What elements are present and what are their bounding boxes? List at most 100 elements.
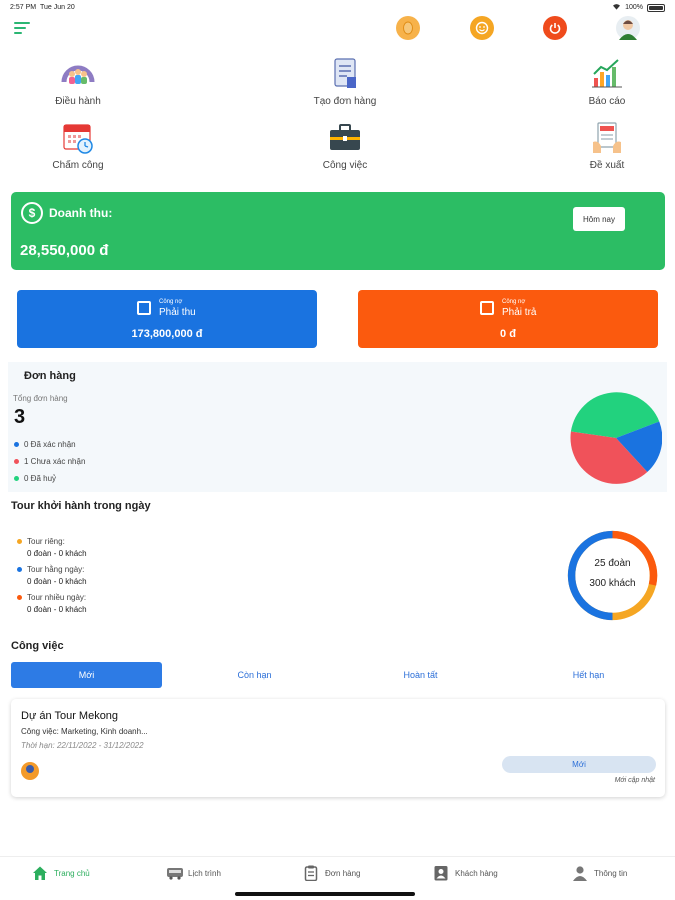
debt-small-label: Công nợ — [502, 299, 525, 305]
team-icon — [60, 56, 96, 92]
nav-label: Thông tin — [594, 869, 627, 878]
tour-dot — [17, 595, 22, 600]
revenue-card: $ Doanh thu: 28,550,000 đ Hôm nay — [11, 192, 665, 270]
calendar-clock-icon — [60, 120, 96, 156]
task-updated: Mới cập nhật — [615, 777, 655, 784]
quick-menu-cham-cong[interactable]: Chấm công — [18, 120, 138, 171]
briefcase-icon — [327, 120, 363, 156]
tour-dot — [17, 539, 22, 544]
power-icon[interactable] — [543, 16, 567, 40]
menu-icon[interactable] — [14, 22, 30, 34]
customer-card-icon — [433, 865, 449, 881]
nav-schedule[interactable]: Lịch trình — [166, 865, 221, 881]
tour-value: 0 đoàn - 0 khách — [27, 577, 87, 586]
quick-menu: Điều hành Tạo đơn hàng Báo cáo — [0, 56, 675, 180]
orders-panel: Đơn hàng Tổng đơn hàng 3 0 Đã xác nhận 1… — [8, 362, 667, 492]
quick-menu-cong-viec[interactable]: Công việc — [285, 120, 405, 171]
debt-value: 0 đ — [358, 328, 658, 340]
report-chart-icon — [589, 56, 625, 92]
quick-menu-tao-don-hang[interactable]: Tạo đơn hàng — [285, 56, 405, 107]
tab-expired[interactable]: Hết hạn — [513, 662, 664, 688]
quick-menu-dieu-hanh[interactable]: Điều hành — [18, 56, 138, 107]
nav-profile[interactable]: Thông tin — [572, 865, 627, 881]
orders-total-label: Tổng đơn hàng — [13, 394, 68, 403]
gift-icon — [137, 301, 151, 315]
home-indicator — [235, 892, 415, 896]
task-status-badge: Mới — [502, 756, 656, 773]
task-card[interactable]: Dự án Tour Mekong Công việc: Marketing, … — [11, 699, 665, 797]
legend-label: 0 Đã xác nhận — [24, 440, 76, 449]
bus-icon — [166, 865, 182, 881]
gift-icon — [480, 301, 494, 315]
tour-label: Tour nhiều ngày: — [27, 593, 86, 602]
nav-home[interactable]: Trang chủ — [32, 865, 90, 881]
quick-menu-bao-cao[interactable]: Báo cáo — [547, 56, 667, 107]
quick-menu-label: Điều hành — [18, 96, 138, 107]
tour-value: 0 đoàn - 0 khách — [27, 605, 87, 614]
nav-label: Lịch trình — [188, 869, 221, 878]
tour-value: 0 đoàn - 0 khách — [27, 549, 87, 558]
orders-total: 3 — [14, 406, 25, 429]
quick-menu-label: Chấm công — [18, 160, 138, 171]
debt-value: 173,800,000 đ — [17, 328, 317, 340]
tour-private: Tour riêng: 0 đoàn - 0 khách — [17, 537, 87, 558]
quick-menu-label: Báo cáo — [547, 96, 667, 107]
avatar[interactable] — [616, 16, 640, 40]
donut-guests: 300 khách — [566, 578, 659, 589]
donut-groups: 25 đoàn — [566, 558, 659, 569]
nav-label: Khách hàng — [455, 869, 498, 878]
debt-name: Phải trả — [502, 307, 536, 318]
tour-label: Tour hằng ngày: — [27, 565, 84, 574]
status-time: 2:57 PM Tue Jun 20 — [10, 4, 75, 11]
quick-menu-label: Đề xuất — [547, 160, 667, 171]
tour-dot — [17, 567, 22, 572]
task-title: Dự án Tour Mekong — [21, 710, 118, 722]
nav-customers[interactable]: Khách hàng — [433, 865, 498, 881]
battery-percent: 100% — [625, 4, 643, 11]
revenue-label: Doanh thu: — [49, 206, 112, 220]
legend-label: 1 Chưa xác nhận — [24, 457, 85, 466]
smile-icon[interactable] — [470, 16, 494, 40]
nav-orders[interactable]: Đơn hàng — [303, 865, 361, 881]
tour-donut-chart — [566, 529, 659, 622]
tab-new[interactable]: Mới — [11, 662, 162, 688]
assignee-avatar — [21, 762, 39, 780]
proposal-icon — [589, 120, 625, 156]
tab-completed[interactable]: Hoàn tất — [345, 662, 496, 688]
quick-menu-label: Công việc — [285, 160, 405, 171]
coin-icon[interactable] — [396, 16, 420, 40]
status-right: 100% — [612, 3, 665, 12]
period-button[interactable]: Hôm nay — [573, 207, 625, 231]
user-icon — [572, 865, 588, 881]
tour-label: Tour riêng: — [27, 537, 65, 546]
clipboard-icon — [303, 865, 319, 881]
nav-label: Đơn hàng — [325, 869, 361, 878]
top-bar — [0, 14, 675, 44]
receivable-card[interactable]: Công nợ Phải thu 173,800,000 đ — [17, 290, 317, 348]
wifi-icon — [612, 3, 621, 12]
debt-name: Phải thu — [159, 307, 196, 318]
revenue-amount: 28,550,000 đ — [20, 242, 108, 259]
payable-card[interactable]: Công nợ Phải trả 0 đ — [358, 290, 658, 348]
tour-title: Tour khởi hành trong ngày — [11, 500, 151, 512]
legend-cancelled: 0 Đã huỷ — [14, 474, 56, 483]
work-tabs: Mới Còn hạn Hoàn tất Hết hạn — [11, 662, 665, 688]
tour-daily: Tour hằng ngày: 0 đoàn - 0 khách — [17, 565, 87, 586]
legend-label: 0 Đã huỷ — [24, 474, 56, 483]
create-order-icon — [327, 56, 363, 92]
legend-dot — [14, 442, 19, 447]
orders-title: Đơn hàng — [24, 370, 76, 382]
tab-in-progress[interactable]: Còn hạn — [179, 662, 330, 688]
task-due: Thời hạn: 22/11/2022 - 31/12/2022 — [21, 741, 144, 750]
legend-dot — [14, 459, 19, 464]
legend-unconfirmed: 1 Chưa xác nhận — [14, 457, 85, 466]
legend-confirmed: 0 Đã xác nhận — [14, 440, 76, 449]
quick-menu-de-xuat[interactable]: Đề xuất — [547, 120, 667, 171]
legend-dot — [14, 476, 19, 481]
quick-menu-label: Tạo đơn hàng — [285, 96, 405, 107]
home-icon — [32, 865, 48, 881]
coin-currency-icon: $ — [21, 202, 43, 224]
orders-pie-chart — [570, 392, 662, 484]
nav-label: Trang chủ — [54, 869, 90, 878]
work-title: Công việc — [11, 640, 64, 652]
